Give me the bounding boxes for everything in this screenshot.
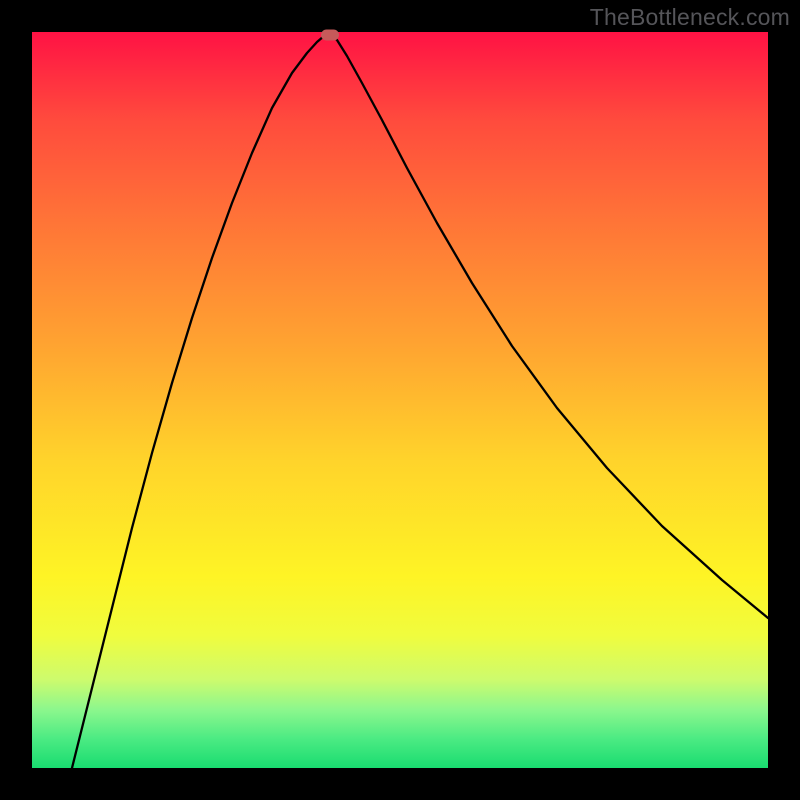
watermark-text: TheBottleneck.com bbox=[590, 4, 790, 31]
optimal-point-marker bbox=[321, 30, 339, 41]
chart-frame: TheBottleneck.com bbox=[0, 0, 800, 800]
bottleneck-curve bbox=[32, 32, 768, 768]
plot-area bbox=[32, 32, 768, 768]
